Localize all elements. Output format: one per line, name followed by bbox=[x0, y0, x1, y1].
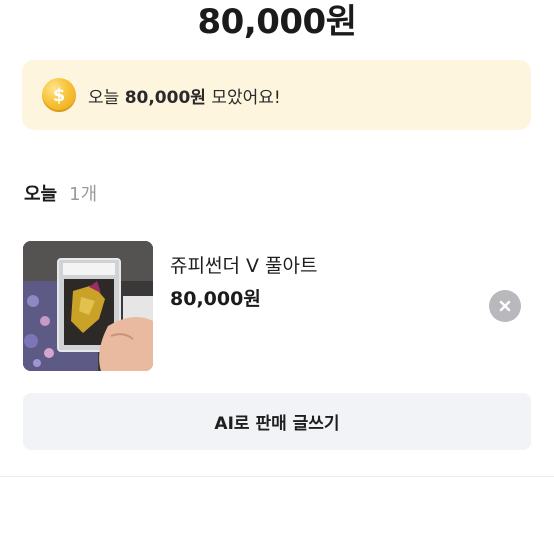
item-name[interactable]: 쥬피썬더 V 풀아트 bbox=[170, 251, 317, 278]
item-price: 80,000원 bbox=[170, 288, 261, 310]
total-amount: 80,000원 bbox=[197, 2, 357, 42]
coin-icon: $ bbox=[42, 78, 76, 112]
banner-prefix: 오늘 bbox=[88, 87, 120, 108]
close-icon bbox=[499, 300, 511, 312]
section-title: 오늘 bbox=[24, 184, 58, 205]
banner-amount: 80,000원 bbox=[124, 87, 206, 108]
list-item[interactable]: 쥬피썬더 V 풀아트 80,000원 bbox=[23, 241, 531, 371]
graded-card-photo bbox=[23, 241, 153, 371]
savings-banner-text: 오늘 80,000원 모았어요! bbox=[88, 83, 281, 108]
section-header: 오늘 1개 bbox=[24, 180, 97, 206]
item-thumbnail[interactable] bbox=[23, 241, 153, 371]
banner-suffix: 모았어요! bbox=[211, 87, 281, 108]
savings-banner: $ 오늘 80,000원 모았어요! bbox=[22, 60, 531, 130]
section-count: 1개 bbox=[69, 184, 98, 205]
divider bbox=[0, 476, 554, 477]
remove-item-button[interactable] bbox=[489, 290, 521, 322]
ai-write-button[interactable]: AI로 판매 글쓰기 bbox=[23, 393, 531, 450]
